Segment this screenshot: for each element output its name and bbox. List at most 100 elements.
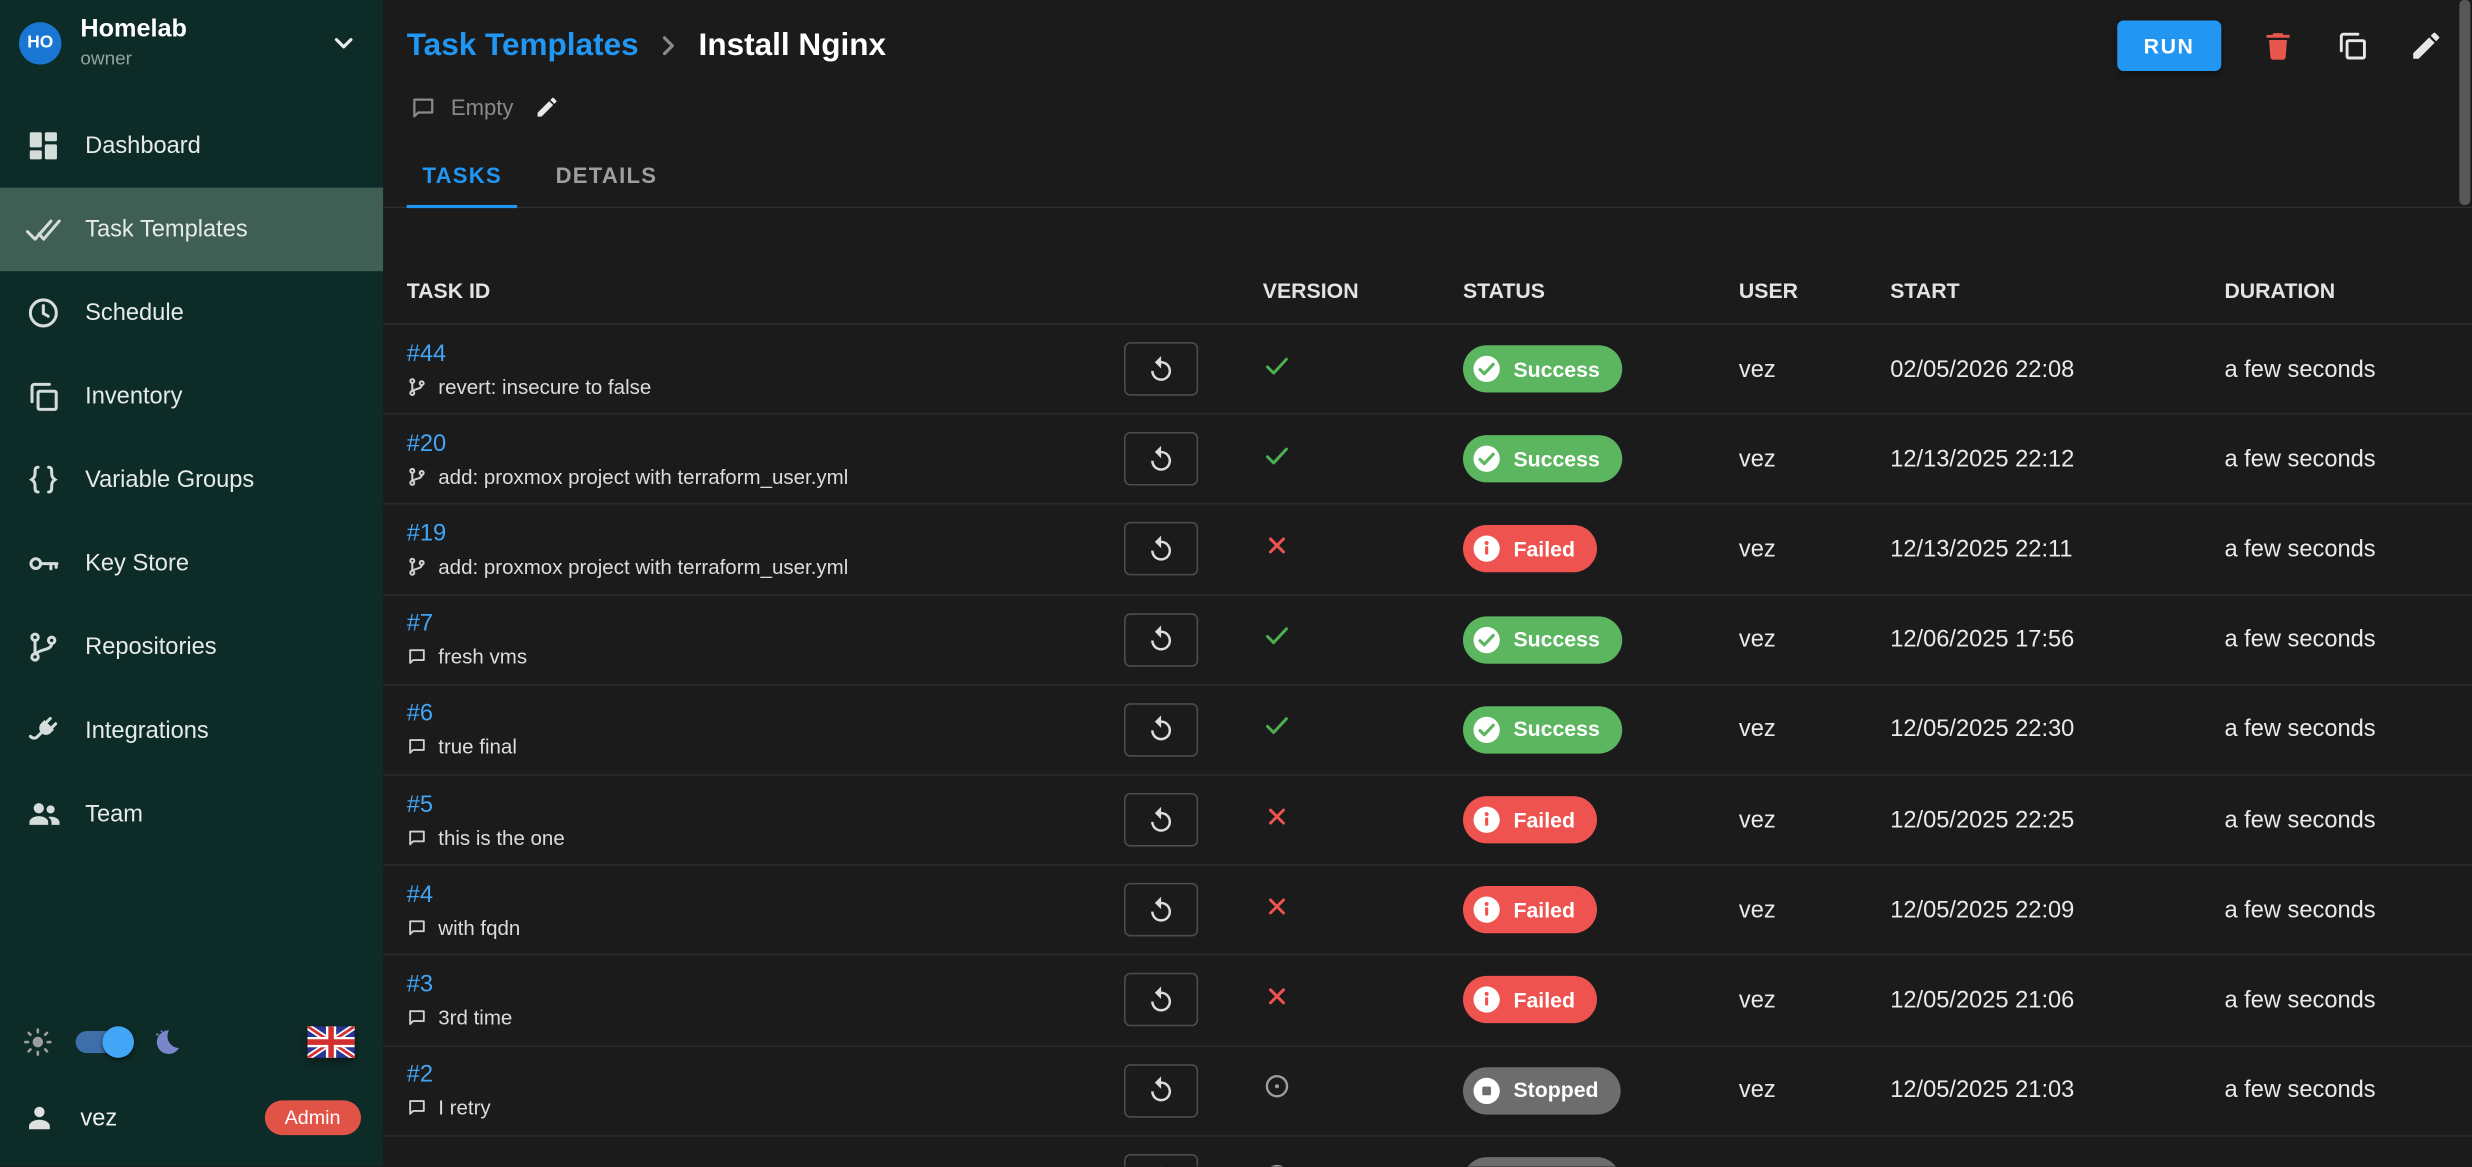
- status-label: Success: [1513, 357, 1599, 381]
- delete-template-button[interactable]: [2261, 28, 2296, 63]
- rerun-button[interactable]: [1124, 342, 1198, 396]
- rerun-button[interactable]: [1124, 523, 1198, 577]
- chevron-down-icon[interactable]: [326, 25, 361, 60]
- task-start: 02/05/2026 22:08: [1882, 356, 2216, 383]
- project-role: owner: [80, 47, 307, 69]
- language-flag-uk-icon[interactable]: [307, 1026, 354, 1058]
- user-menu[interactable]: vez Admin: [0, 1078, 383, 1157]
- sidebar-item-dashboard[interactable]: Dashboard: [0, 104, 383, 188]
- task-id-link[interactable]: #20: [407, 430, 1085, 457]
- run-button[interactable]: RUN: [2117, 20, 2221, 70]
- task-user: vez: [1731, 536, 1882, 563]
- status-label: Failed: [1513, 988, 1575, 1012]
- sidebar-item-inventory[interactable]: Inventory: [0, 355, 383, 439]
- task-id-link[interactable]: #2: [407, 1061, 1085, 1088]
- scrollbar-thumb[interactable]: [2459, 0, 2470, 205]
- task-message: this is the one: [407, 825, 1085, 849]
- task-row: #4 with fqdn Failed vez 12/05/2025 22:09: [383, 866, 2472, 956]
- task-start: 12/13/2025 22:11: [1882, 536, 2216, 563]
- status-cell: Stopped: [1455, 1157, 1731, 1167]
- sidebar-item-task-templates[interactable]: Task Templates: [0, 188, 383, 272]
- status-badge: Stopped: [1463, 1067, 1621, 1114]
- pencil-icon: [2409, 28, 2444, 63]
- project-meta: Homelab owner: [80, 16, 307, 70]
- rerun-button[interactable]: [1124, 613, 1198, 667]
- rerun-button[interactable]: [1124, 883, 1198, 937]
- rerun-button[interactable]: [1124, 793, 1198, 847]
- sidebar-item-team[interactable]: Team: [0, 772, 383, 856]
- task-message: fresh vms: [407, 645, 1085, 669]
- main-content: Task Templates Install Nginx RUN Empty: [383, 0, 2472, 1167]
- replay-icon: [1146, 985, 1176, 1015]
- copy-template-button[interactable]: [2335, 28, 2370, 63]
- rerun-button[interactable]: [1124, 973, 1198, 1027]
- task-user: vez: [1731, 806, 1882, 833]
- message-text: 3rd time: [438, 1006, 512, 1030]
- task-start: 12/05/2025 22:09: [1882, 897, 2216, 924]
- replay-icon: [1146, 715, 1176, 745]
- project-avatar: HO: [19, 21, 62, 64]
- chevron-right-icon: [653, 30, 685, 62]
- replay-icon: [1146, 1165, 1176, 1166]
- rerun-cell: [1085, 432, 1251, 486]
- sidebar-item-repositories[interactable]: Repositories: [0, 605, 383, 689]
- task-id-link[interactable]: #5: [407, 791, 1085, 818]
- task-id-link[interactable]: #4: [407, 881, 1085, 908]
- status-label: Success: [1513, 628, 1599, 652]
- replay-icon: [1146, 805, 1176, 835]
- sidebar-item-schedule[interactable]: Schedule: [0, 271, 383, 355]
- status-badge: Stopped: [1463, 1157, 1621, 1167]
- task-start: 12/05/2025 22:30: [1882, 716, 2216, 743]
- rerun-cell: [1085, 523, 1251, 577]
- status-badge: Failed: [1463, 796, 1597, 843]
- task-templates-icon: [25, 211, 61, 247]
- task-user: vez: [1731, 716, 1882, 743]
- rerun-button[interactable]: [1124, 1063, 1198, 1117]
- task-duration: a few seconds: [2217, 626, 2449, 653]
- task-id-link[interactable]: #44: [407, 340, 1085, 367]
- status-label: Stopped: [1513, 1078, 1598, 1102]
- task-id-link[interactable]: #19: [407, 520, 1085, 547]
- rerun-button[interactable]: [1124, 1154, 1198, 1167]
- task-cell: #5 this is the one: [407, 791, 1085, 849]
- branch-icon: [407, 376, 427, 396]
- sidebar-item-variable-groups[interactable]: Variable Groups: [0, 438, 383, 522]
- message-text: add: proxmox project with terraform_user…: [438, 465, 848, 489]
- task-start: 12/05/2025 21:06: [1882, 987, 2216, 1014]
- sidebar-menu: Dashboard Task Templates Schedule Invent…: [0, 104, 383, 856]
- sun-icon: [22, 1026, 54, 1058]
- edit-description-button[interactable]: [534, 95, 559, 120]
- task-message: add: proxmox project with terraform_user…: [407, 555, 1085, 579]
- sidebar-item-label: Inventory: [85, 383, 182, 410]
- status-cell: Success: [1455, 436, 1731, 483]
- status-icon: [1471, 894, 1503, 926]
- task-id-link[interactable]: #7: [407, 610, 1085, 637]
- status-cell: Success: [1455, 616, 1731, 663]
- status-icon: [1471, 804, 1503, 836]
- rerun-button[interactable]: [1124, 432, 1198, 486]
- message-text: with fqdn: [438, 916, 520, 940]
- status-label: Success: [1513, 718, 1599, 742]
- status-badge: Success: [1463, 436, 1622, 483]
- tab-tasks[interactable]: TASKS: [407, 143, 518, 206]
- breadcrumb-current: Install Nginx: [699, 28, 886, 64]
- task-duration: a few seconds: [2217, 356, 2449, 383]
- user-name: vez: [80, 1104, 117, 1131]
- rerun-button[interactable]: [1124, 703, 1198, 757]
- message-text: fresh vms: [438, 645, 527, 669]
- version-failed-icon: [1263, 802, 1291, 830]
- breadcrumb-task-templates[interactable]: Task Templates: [407, 28, 639, 64]
- task-id-link[interactable]: #3: [407, 971, 1085, 998]
- project-switcher[interactable]: HO Homelab owner: [0, 0, 383, 79]
- tab-details[interactable]: DETAILS: [540, 143, 673, 206]
- dark-mode-toggle[interactable]: [76, 1031, 130, 1053]
- edit-template-button[interactable]: [2409, 28, 2444, 63]
- sidebar-item-key-store[interactable]: Key Store: [0, 522, 383, 606]
- task-row: #20 add: proxmox project with terraform_…: [383, 415, 2472, 505]
- task-cell: #3 3rd time: [407, 971, 1085, 1029]
- sidebar-item-integrations[interactable]: Integrations: [0, 689, 383, 773]
- comment-icon: [407, 1007, 427, 1027]
- moon-icon: [151, 1026, 183, 1058]
- task-id-link[interactable]: #6: [407, 701, 1085, 728]
- status-icon: [1471, 534, 1503, 566]
